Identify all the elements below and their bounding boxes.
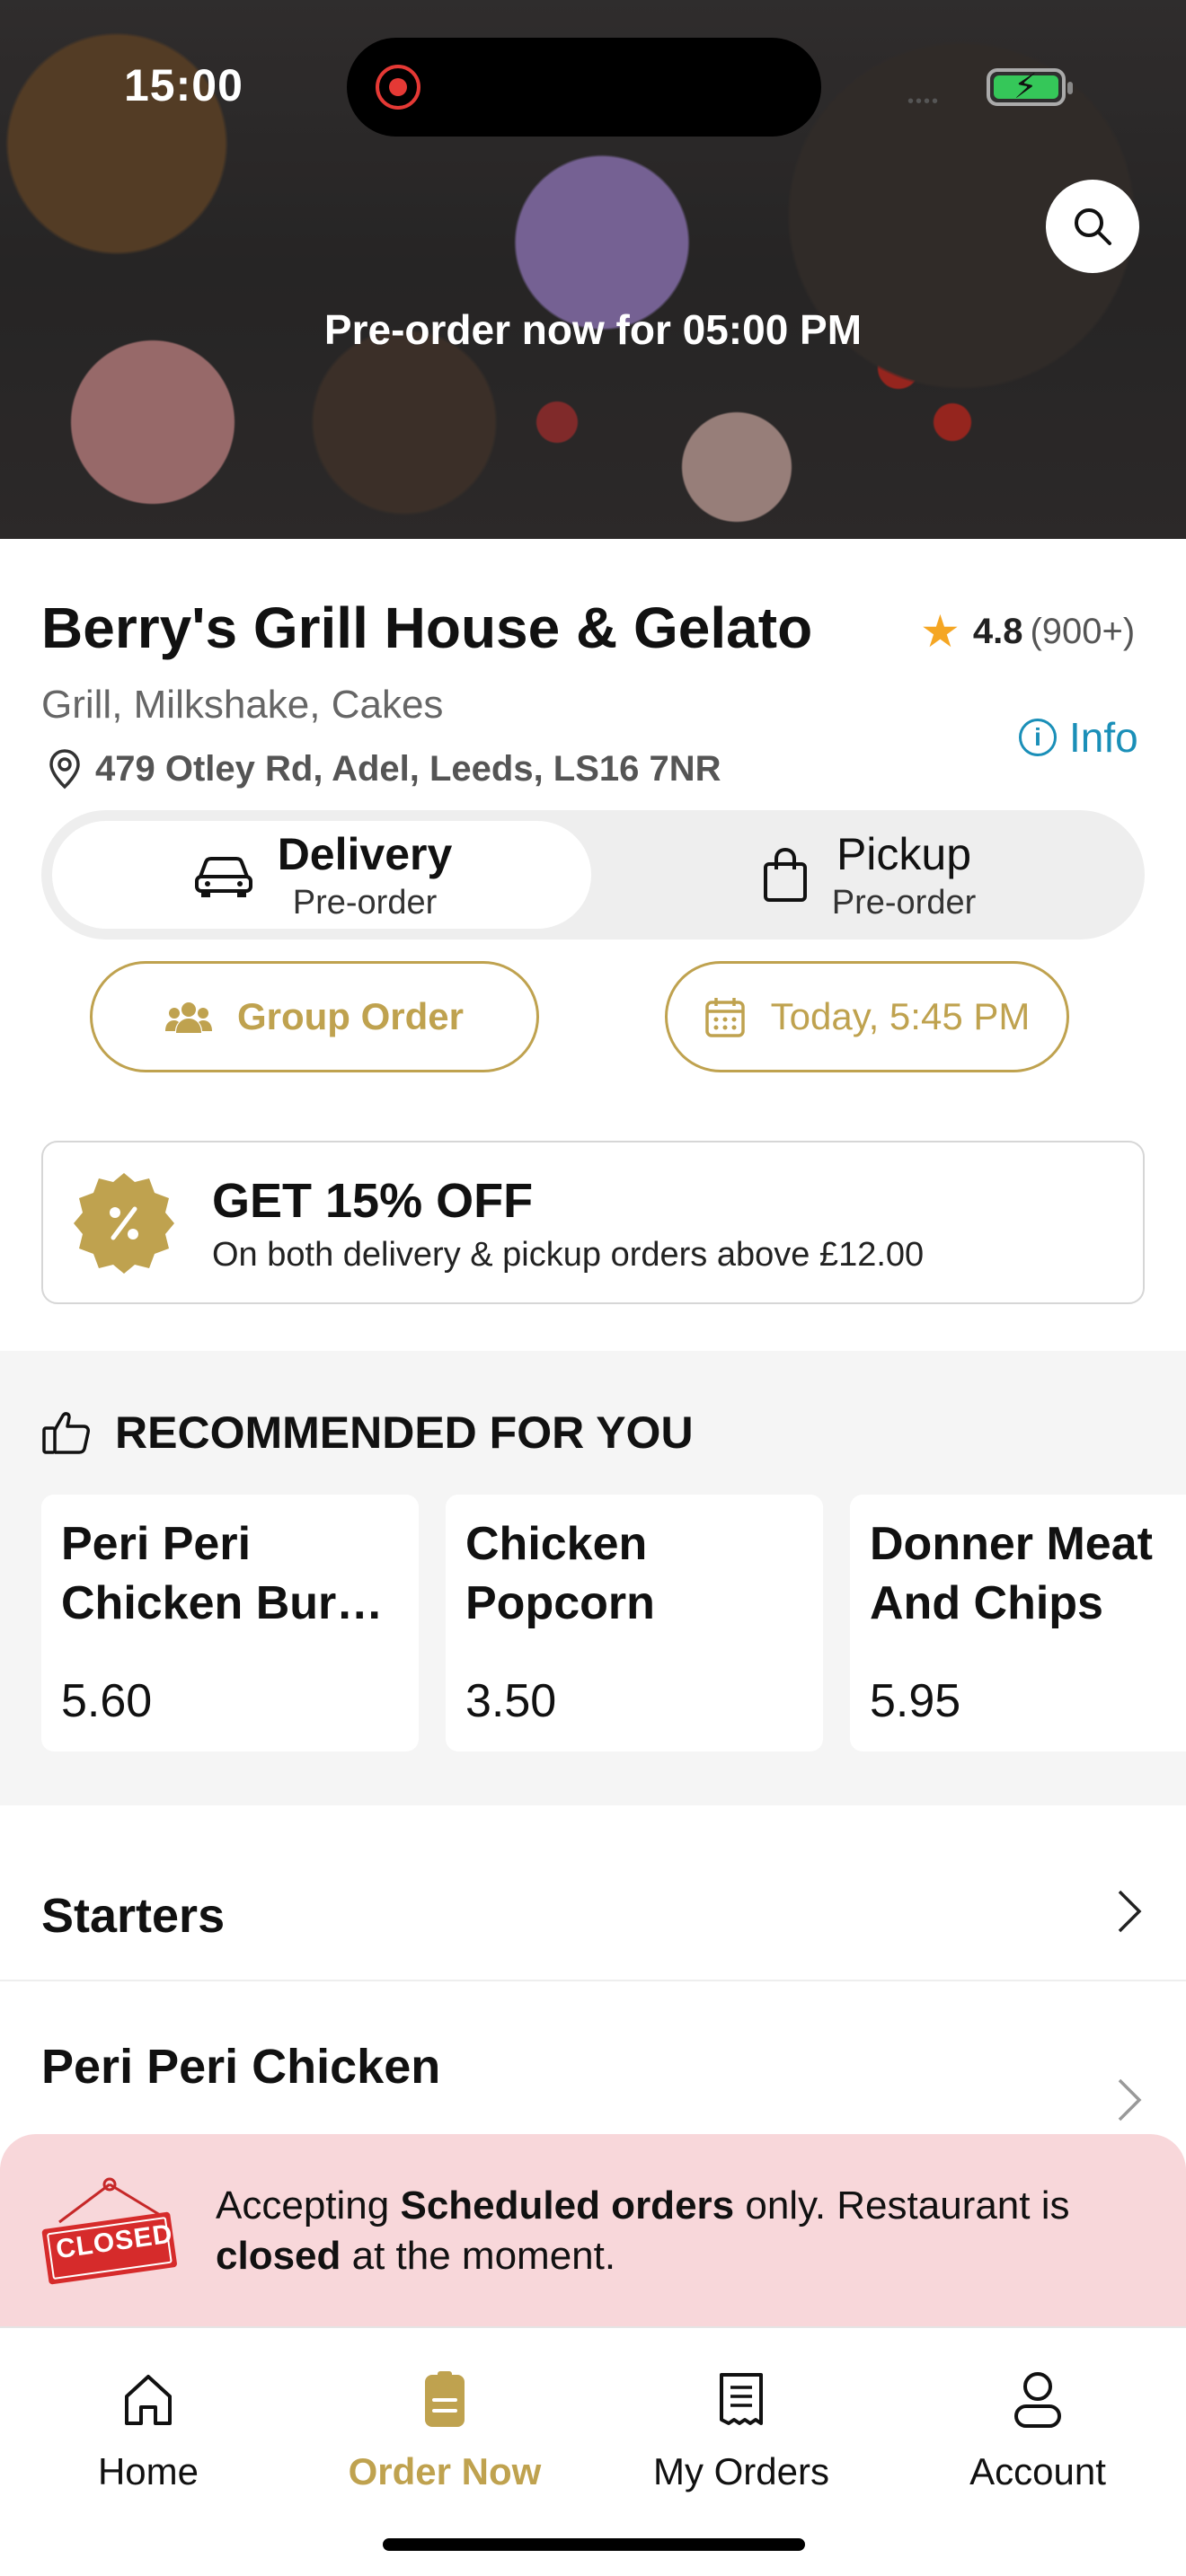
dynamic-island (347, 38, 821, 137)
closed-text-pre: Accepting (216, 2183, 401, 2228)
closed-message: Accepting Scheduled orders only. Restaur… (216, 2181, 1070, 2281)
location-pin-icon (49, 749, 80, 790)
restaurant-name: Berry's Grill House & Gelato (41, 595, 813, 660)
cuisine-list: Grill, Milkshake, Cakes (41, 683, 444, 727)
pickup-option[interactable]: Pickup Pre-order (598, 821, 1137, 929)
chevron-right-icon (1118, 1890, 1142, 1933)
car-icon (194, 857, 252, 897)
signal-icon: •••• (907, 92, 941, 111)
tab-account[interactable]: Account (890, 2364, 1186, 2493)
tab-account-label: Account (969, 2450, 1106, 2492)
recommended-item-price: 5.95 (870, 1675, 961, 1727)
star-icon: ★ (920, 606, 960, 657)
status-time: 15:00 (124, 60, 243, 110)
category-row-peri-peri-chicken[interactable]: Peri Peri Chicken (0, 1981, 1186, 2147)
tab-order-now[interactable]: Order Now (296, 2364, 593, 2493)
closed-notice: CLOSED Accepting Scheduled orders only. … (0, 2134, 1186, 2326)
recommended-item-price: 3.50 (465, 1675, 557, 1727)
recommended-section: RECOMMENDED FOR YOU Peri Peri Chicken Bu… (0, 1351, 1186, 1805)
thumbs-up-icon (42, 1412, 90, 1454)
search-button[interactable] (1046, 180, 1139, 273)
rating: ★ 4.8 (900+) (920, 605, 1135, 657)
category-label: Starters (41, 1889, 226, 1943)
category-label: Peri Peri Chicken (41, 2040, 441, 2094)
home-indicator (383, 2538, 805, 2551)
discount-badge-icon (74, 1173, 174, 1274)
tab-home[interactable]: Home (0, 2364, 296, 2493)
order-icon (425, 2371, 465, 2427)
battery-icon: ⚡ (987, 68, 1073, 106)
group-order-label: Group Order (236, 995, 465, 1037)
recording-icon (376, 65, 420, 110)
recommended-item[interactable]: Donner Meat And Chips 5.95 (850, 1495, 1186, 1751)
tab-order-now-label: Order Now (348, 2450, 542, 2492)
recommended-item-name: Peri Peri Chicken Bur… (61, 1518, 384, 1629)
pickup-label: Pickup (836, 828, 972, 879)
group-icon (164, 1002, 212, 1033)
promo-subtitle: On both delivery & pickup orders above £… (212, 1236, 925, 1274)
address-text: 479 Otley Rd, Adel, Leeds, LS16 7NR (95, 748, 721, 789)
user-icon (1014, 2372, 1061, 2428)
delivery-sub: Pre-order (292, 883, 438, 922)
tab-home-label: Home (97, 2450, 199, 2492)
promo-title: GET 15% OFF (212, 1174, 534, 1228)
order-mode-toggle: Delivery Pre-order Pickup Pre-order (41, 810, 1145, 940)
recommended-item[interactable]: Peri Peri Chicken Bur… 5.60 (41, 1495, 419, 1751)
info-label: Info (1069, 714, 1138, 761)
shopping-bag-icon (763, 847, 807, 902)
info-link[interactable]: i Info (1019, 713, 1138, 762)
search-icon (1075, 208, 1111, 245)
rating-count: (900+) (1030, 611, 1136, 651)
info-icon: i (1019, 719, 1057, 756)
recommended-item-name: Donner Meat And Chips (870, 1518, 1153, 1629)
group-order-button[interactable]: Group Order (90, 961, 539, 1072)
promo-card[interactable]: GET 15% OFF On both delivery & pickup or… (41, 1141, 1145, 1304)
tab-my-orders[interactable]: My Orders (593, 2364, 890, 2493)
recommended-item-price: 5.60 (61, 1675, 153, 1727)
delivery-label: Delivery (277, 828, 453, 879)
recommended-item-name: Chicken Popcorn (465, 1518, 655, 1629)
address: 479 Otley Rd, Adel, Leeds, LS16 7NR (45, 747, 721, 790)
closed-text-mid: only. Restaurant is (734, 2183, 1070, 2228)
closed-text-bold1: Scheduled orders (400, 2183, 735, 2228)
closed-text-post: at the moment. (341, 2234, 616, 2278)
recommended-title: RECOMMENDED FOR YOU (41, 1407, 694, 1459)
schedule-time-label: Today, 5:45 PM (770, 995, 1031, 1037)
delivery-option[interactable]: Delivery Pre-order (52, 821, 591, 929)
calendar-icon (704, 998, 745, 1037)
recommended-title-text: RECOMMENDED FOR YOU (115, 1407, 694, 1458)
preorder-banner-text: Pre-order now for 05:00 PM (323, 306, 863, 353)
tab-my-orders-label: My Orders (652, 2450, 829, 2492)
recommended-item[interactable]: Chicken Popcorn 3.50 (446, 1495, 823, 1751)
rating-score: 4.8 (972, 611, 1023, 651)
receipt-icon (720, 2373, 763, 2425)
closed-text-bold2: closed (216, 2234, 341, 2278)
chevron-right-icon (1118, 2078, 1142, 2122)
home-icon (125, 2375, 172, 2425)
pickup-sub: Pre-order (831, 883, 977, 922)
category-row-starters[interactable]: Starters (0, 1816, 1186, 1981)
schedule-time-button[interactable]: Today, 5:45 PM (665, 961, 1069, 1072)
